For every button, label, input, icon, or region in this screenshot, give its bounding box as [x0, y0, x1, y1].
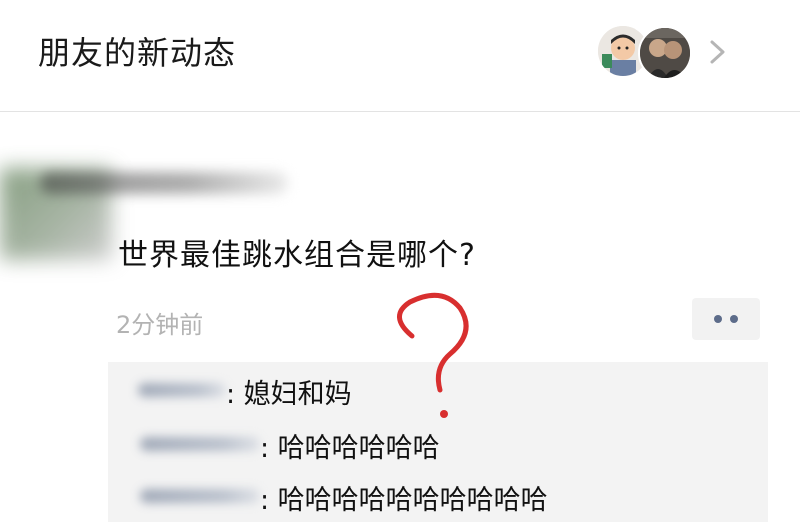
commenter-name-blurred[interactable] [138, 383, 226, 397]
question-mark-annotation [397, 292, 469, 418]
comment-row[interactable]: : 哈哈哈哈哈哈 [108, 422, 768, 472]
commenter-name-blurred[interactable] [140, 437, 260, 451]
commenter-name-blurred[interactable] [140, 489, 260, 503]
comment-text: : 媳妇和妈 [226, 379, 352, 410]
header-divider [0, 111, 800, 112]
more-dot-icon [730, 315, 738, 323]
comment-row[interactable]: : 哈哈哈哈哈哈哈哈哈哈 [108, 474, 768, 524]
comment-text: : 哈哈哈哈哈哈 [260, 433, 440, 464]
friends-updates-header[interactable]: 朋友的新动态 [0, 0, 800, 112]
chevron-right-icon[interactable] [706, 36, 730, 68]
poster-name-blurred[interactable] [40, 172, 288, 194]
avatar [638, 26, 692, 80]
friend-avatars[interactable] [598, 26, 692, 80]
post-timestamp: 2分钟前 [116, 311, 204, 339]
more-dot-icon [714, 315, 722, 323]
comment-text: : 哈哈哈哈哈哈哈哈哈哈 [260, 485, 548, 516]
header-title: 朋友的新动态 [38, 34, 237, 72]
post-text: 世界最佳跳水组合是哪个? [118, 238, 476, 273]
more-actions-button[interactable] [692, 298, 760, 340]
